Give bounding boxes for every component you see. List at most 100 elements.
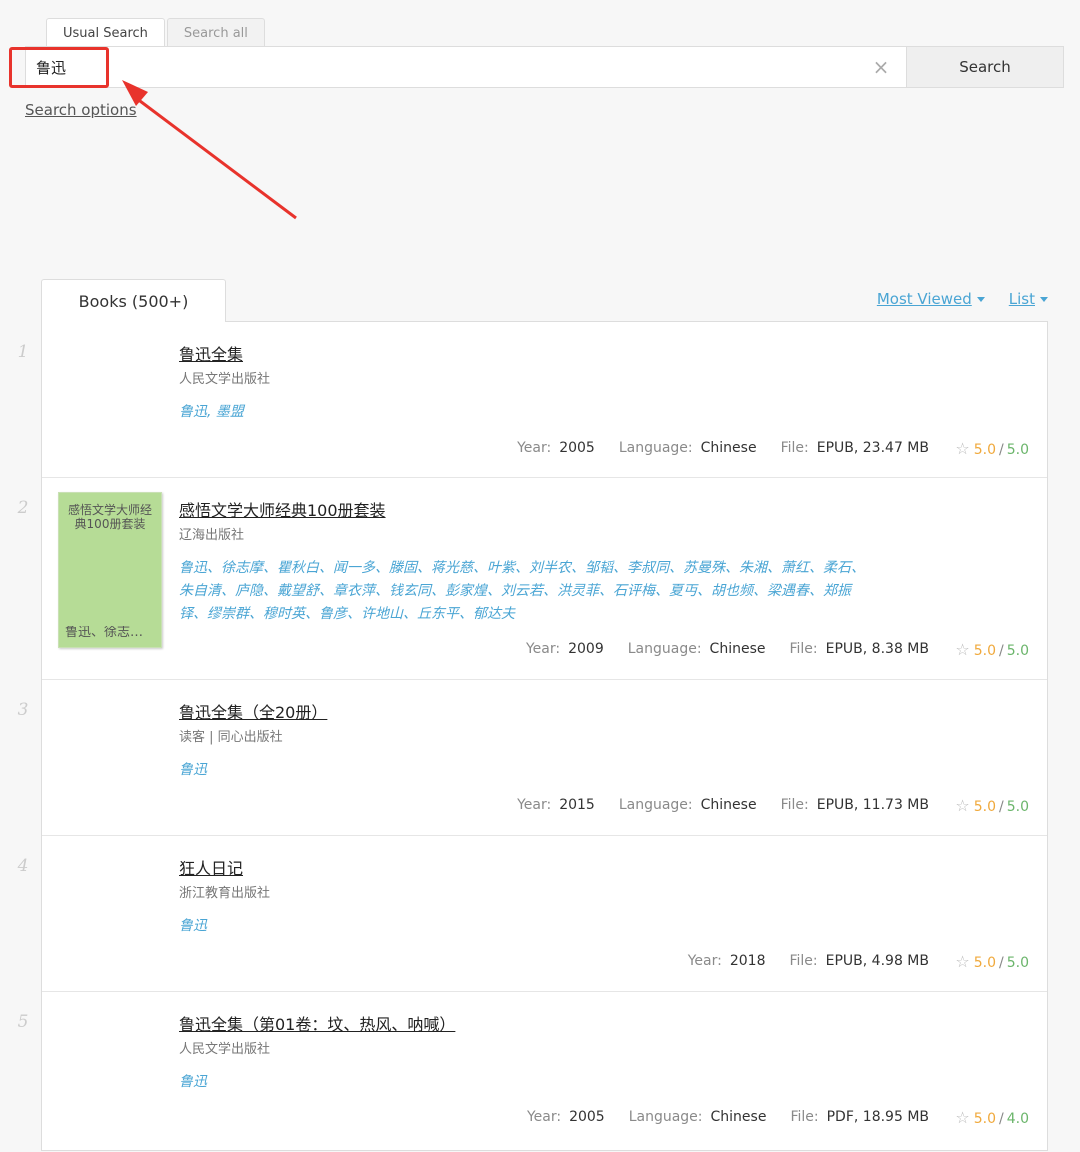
book-rating: ☆ 5.0/5.0 <box>955 439 1029 458</box>
file-field: File: EPUB, 8.38 MB <box>789 641 929 657</box>
author-link[interactable]: 叶紫 <box>487 560 515 576</box>
row-number: 3 <box>17 700 29 720</box>
row-number: 4 <box>17 856 29 876</box>
author-link[interactable]: 戴望舒 <box>277 583 319 599</box>
year-field: Year: 2005 <box>526 1109 605 1125</box>
author-link[interactable]: 鲁迅 <box>179 560 207 576</box>
search-button[interactable]: Search <box>906 47 1063 87</box>
author-link[interactable]: 邹韬 <box>585 560 613 576</box>
search-input[interactable] <box>26 47 856 87</box>
book-meta: Year: 2015 Language: Chinese File: EPUB, 11… <box>517 797 929 813</box>
caret-down-icon <box>1040 297 1048 302</box>
file-field: File: EPUB, 4.98 MB <box>789 953 929 969</box>
book-rating: ☆ 5.0/5.0 <box>955 796 1029 815</box>
book-publisher: 人民文学出版社 <box>179 1042 271 1057</box>
author-link[interactable]: 刘半农 <box>529 560 571 576</box>
language-field: Language: Chinese <box>618 797 757 813</box>
results-list: 1 鲁迅全集 人民文学出版社 鲁迅, 墨盟 Year: 2005 Language… <box>18 321 1048 1152</box>
search-bar: × Search <box>25 46 1064 88</box>
author-link[interactable]: 洪灵菲 <box>557 583 599 599</box>
search-options-link[interactable]: Search options <box>25 101 137 119</box>
author-separator: 、 <box>487 583 501 599</box>
row-number: 1 <box>17 342 29 362</box>
author-link[interactable]: 瞿秋白 <box>277 560 319 576</box>
book-title-link[interactable]: 狂人日记 <box>179 855 243 879</box>
author-link[interactable]: 朱湘 <box>739 560 767 576</box>
author-link[interactable]: 苏曼殊 <box>683 560 725 576</box>
author-link[interactable]: 徐志摩 <box>221 560 263 576</box>
result-row: 5 鲁迅全集（第01卷：坟、热风、呐喊） 人民文学出版社 鲁迅 Year: 200… <box>18 992 1047 1152</box>
book-title-link[interactable]: 鲁迅全集 <box>179 341 243 365</box>
author-link[interactable]: 李叔同 <box>627 560 669 576</box>
author-separator: 、 <box>753 583 767 599</box>
book-publisher: 浙江教育出版社 <box>179 886 271 901</box>
author-link[interactable]: 穆时英 <box>263 606 305 622</box>
author-link[interactable]: 章衣萍 <box>333 583 375 599</box>
star-icon: ☆ <box>955 952 970 971</box>
sort-most-viewed-dropdown[interactable]: Most Viewed <box>877 290 985 308</box>
caret-down-icon <box>976 297 985 302</box>
file-field: File: EPUB, 23.47 MB <box>780 440 929 456</box>
author-link[interactable]: 刘云若 <box>501 583 543 599</box>
author-separator: 、 <box>319 583 333 599</box>
author-link[interactable]: 鲁迅, 墨盟 <box>179 404 244 420</box>
author-link[interactable]: 丘东平 <box>417 606 459 622</box>
book-rating: ☆ 5.0/4.0 <box>955 1108 1029 1127</box>
author-separator: 、 <box>431 583 445 599</box>
author-link[interactable]: 鲁彦 <box>319 606 347 622</box>
author-separator: 、 <box>403 606 417 622</box>
author-separator: 、 <box>375 583 389 599</box>
result-row: 1 鲁迅全集 人民文学出版社 鲁迅, 墨盟 Year: 2005 Language… <box>18 322 1047 478</box>
tab-usual-search[interactable]: Usual Search <box>46 18 165 48</box>
clear-icon[interactable]: × <box>856 47 906 87</box>
author-separator: 、 <box>809 583 823 599</box>
author-link[interactable]: 郁达夫 <box>473 606 515 622</box>
book-rating: ☆ 5.0/5.0 <box>955 640 1029 659</box>
book-title-link[interactable]: 鲁迅全集（全20册） <box>179 699 327 723</box>
author-link[interactable]: 蒋光慈 <box>431 560 473 576</box>
author-link[interactable]: 鲁迅 <box>179 762 207 778</box>
book-meta: Year: 2005 Language: Chinese File: EPUB, 23… <box>517 440 929 456</box>
star-icon: ☆ <box>955 439 970 458</box>
language-field: Language: Chinese <box>627 641 766 657</box>
author-link[interactable]: 许地山 <box>361 606 403 622</box>
tab-search-all[interactable]: Search all <box>166 18 265 47</box>
author-separator: 、 <box>725 560 739 576</box>
author-separator: 、 <box>263 583 277 599</box>
row-number: 2 <box>17 498 29 518</box>
tab-books[interactable]: Books (500+) <box>41 279 226 322</box>
author-link[interactable]: 夏丏 <box>669 583 697 599</box>
author-link[interactable]: 缪崇群 <box>207 606 249 622</box>
author-link[interactable]: 梁遇春 <box>767 583 809 599</box>
book-title-link[interactable]: 鲁迅全集（第01卷：坟、热风、呐喊） <box>179 1011 455 1035</box>
author-link[interactable]: 庐隐 <box>235 583 263 599</box>
author-separator: 、 <box>697 583 711 599</box>
author-link[interactable]: 胡也频 <box>711 583 753 599</box>
author-separator: 、 <box>319 560 333 576</box>
book-title-link[interactable]: 感悟文学大师经典100册套装 <box>179 497 386 521</box>
author-separator: 、 <box>473 560 487 576</box>
row-number: 5 <box>17 1012 29 1032</box>
book-meta: Year: 2009 Language: Chinese File: EPUB, 8.… <box>526 641 929 657</box>
author-link[interactable]: 闻一多 <box>333 560 375 576</box>
star-icon: ☆ <box>955 640 970 659</box>
author-link[interactable]: 柔石 <box>823 560 851 576</box>
author-link[interactable]: 鲁迅 <box>179 1074 207 1090</box>
file-field: File: EPUB, 11.73 MB <box>780 797 929 813</box>
author-link[interactable]: 滕固 <box>389 560 417 576</box>
author-link[interactable]: 彭家煌 <box>445 583 487 599</box>
result-row: 3 鲁迅全集（全20册） 读客 | 同心出版社 鲁迅 Year: 2015 Lan… <box>18 680 1047 836</box>
author-separator: 、 <box>613 560 627 576</box>
book-cover[interactable]: 感悟文学大师经典100册套装 鲁迅、徐志摩、瞿秋白、闻一... <box>58 492 162 648</box>
view-list-dropdown[interactable]: List <box>1009 290 1048 308</box>
author-separator: 、 <box>375 560 389 576</box>
author-link[interactable]: 朱自清 <box>179 583 221 599</box>
author-separator: 、 <box>767 560 781 576</box>
author-link[interactable]: 鲁迅 <box>179 918 207 934</box>
author-link[interactable]: 石评梅 <box>613 583 655 599</box>
author-link[interactable]: 钱玄同 <box>389 583 431 599</box>
author-separator: 、 <box>655 583 669 599</box>
author-link[interactable]: 萧红 <box>781 560 809 576</box>
cover-title-text: 感悟文学大师经典100册套装 <box>67 503 152 531</box>
author-separator: 、 <box>221 583 235 599</box>
